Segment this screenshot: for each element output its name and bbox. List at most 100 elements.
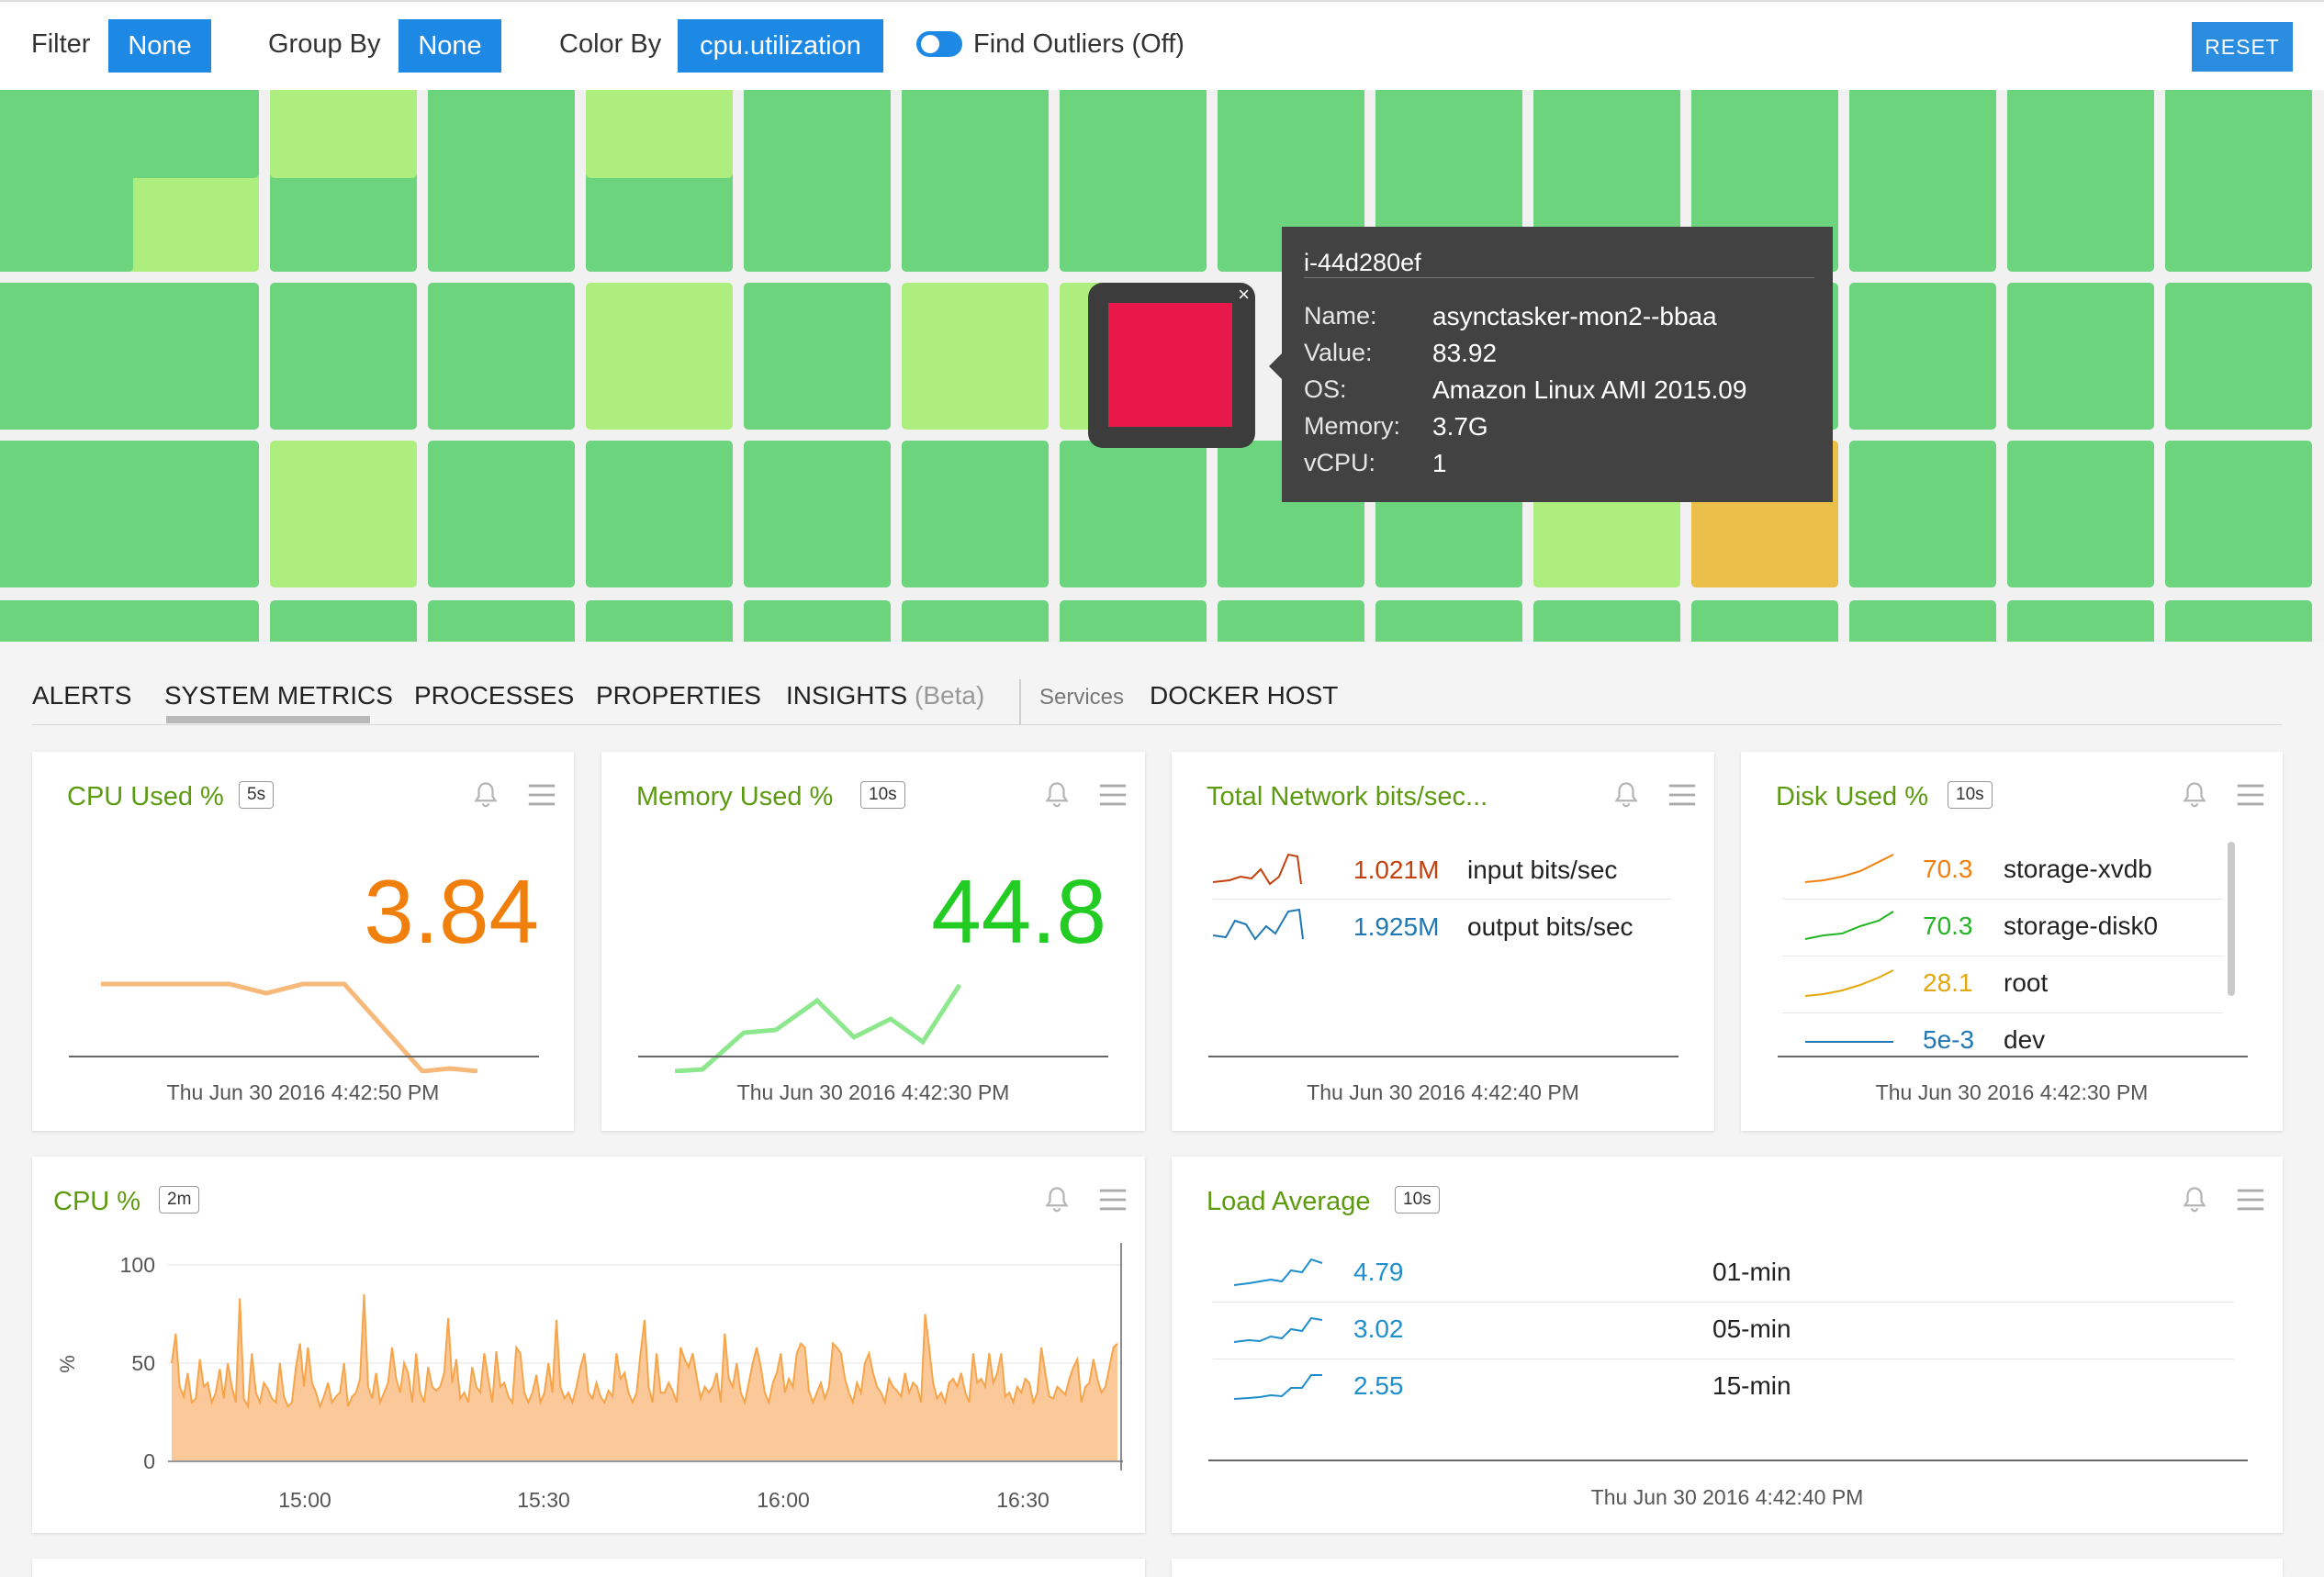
network-series-name: input bits/sec bbox=[1467, 856, 1618, 884]
menu-icon[interactable] bbox=[2235, 781, 2266, 809]
host-tile[interactable] bbox=[2165, 90, 2312, 178]
tooltip-key: Name: bbox=[1304, 302, 1377, 330]
host-tile[interactable] bbox=[112, 441, 259, 587]
host-tile[interactable] bbox=[1533, 600, 1680, 642]
host-tile[interactable] bbox=[2165, 283, 2312, 430]
menu-icon[interactable] bbox=[1097, 781, 1128, 809]
tab-docker-host[interactable]: DOCKER HOST bbox=[1150, 681, 1338, 710]
filter-button[interactable]: None bbox=[108, 19, 211, 73]
host-tile[interactable] bbox=[744, 600, 891, 642]
host-tile[interactable] bbox=[1849, 441, 1996, 587]
panel-timestamp: Thu Jun 30 2016 4:42:40 PM bbox=[1307, 1080, 1579, 1104]
host-tile[interactable] bbox=[0, 441, 32, 587]
host-tile[interactable] bbox=[902, 283, 1049, 430]
host-tile[interactable] bbox=[428, 283, 575, 430]
color-by-button[interactable]: cpu.utilization bbox=[678, 19, 883, 73]
host-tile[interactable] bbox=[1060, 441, 1207, 587]
disk-list-scrollbar[interactable] bbox=[2228, 842, 2235, 996]
host-tile[interactable] bbox=[1375, 90, 1522, 178]
toggle-knob bbox=[921, 35, 939, 53]
host-tile[interactable] bbox=[1218, 90, 1364, 178]
host-tile[interactable] bbox=[1060, 90, 1207, 178]
host-tile[interactable] bbox=[1060, 600, 1207, 642]
host-tile[interactable] bbox=[902, 441, 1049, 587]
panel-timestamp: Thu Jun 30 2016 4:42:50 PM bbox=[166, 1080, 440, 1104]
host-tile[interactable] bbox=[2007, 600, 2154, 642]
tabs-underline bbox=[32, 724, 2282, 725]
panel-title: Load Average bbox=[1207, 1187, 1371, 1216]
load-average-panel: Load Average 10s 4.79 01-min 3.02 05-min… bbox=[1172, 1157, 2283, 1533]
group-by-button[interactable]: None bbox=[399, 19, 501, 73]
tab-system-metrics[interactable]: SYSTEM METRICS bbox=[164, 681, 393, 710]
host-tile[interactable] bbox=[1691, 90, 1838, 178]
chart-baseline bbox=[69, 1056, 539, 1057]
host-tile[interactable] bbox=[0, 90, 32, 178]
bell-icon[interactable] bbox=[469, 779, 502, 812]
host-tile[interactable] bbox=[2165, 600, 2312, 642]
host-tile[interactable] bbox=[270, 90, 417, 178]
host-tile[interactable] bbox=[0, 600, 32, 642]
host-tile[interactable] bbox=[744, 441, 891, 587]
host-tile[interactable] bbox=[744, 90, 891, 178]
bell-icon[interactable] bbox=[2178, 779, 2211, 812]
load-period: 01-min bbox=[1712, 1258, 1791, 1286]
host-tile[interactable] bbox=[428, 441, 575, 587]
tab-alerts[interactable]: ALERTS bbox=[32, 681, 131, 710]
menu-icon[interactable] bbox=[526, 781, 557, 809]
reset-button[interactable]: RESET bbox=[2192, 22, 2293, 72]
tab-processes[interactable]: PROCESSES bbox=[414, 681, 574, 710]
host-tile[interactable] bbox=[2007, 441, 2154, 587]
metric-value: 44.8 bbox=[931, 861, 1106, 962]
host-tile[interactable] bbox=[1218, 600, 1364, 642]
host-tile[interactable] bbox=[1849, 600, 1996, 642]
selected-host-tile[interactable]: × bbox=[1088, 283, 1255, 448]
host-tile[interactable] bbox=[902, 90, 1049, 178]
host-tile[interactable] bbox=[1691, 600, 1838, 642]
find-outliers-toggle[interactable] bbox=[916, 31, 962, 57]
disk-sparkline bbox=[1805, 911, 1894, 940]
host-tile[interactable] bbox=[270, 600, 417, 642]
row-divider bbox=[1782, 1012, 2223, 1013]
tab-properties[interactable]: PROPERTIES bbox=[596, 681, 761, 710]
host-tile[interactable] bbox=[744, 283, 891, 430]
bell-icon[interactable] bbox=[2178, 1184, 2211, 1217]
host-tile[interactable] bbox=[428, 600, 575, 642]
tab-insights[interactable]: INSIGHTS (Beta) bbox=[786, 681, 984, 710]
row-divider bbox=[1213, 899, 1672, 900]
bell-icon[interactable] bbox=[1040, 779, 1073, 812]
disk-name: storage-disk0 bbox=[2004, 912, 2159, 940]
host-tile[interactable] bbox=[1533, 90, 1680, 178]
menu-icon[interactable] bbox=[1667, 781, 1698, 809]
find-outliers-label: Find Outliers (Off) bbox=[973, 29, 1184, 59]
bell-icon[interactable] bbox=[1610, 779, 1643, 812]
host-tile[interactable] bbox=[586, 90, 733, 178]
host-tile[interactable] bbox=[112, 90, 259, 178]
host-tile[interactable] bbox=[428, 90, 575, 178]
x-tick-label: 16:00 bbox=[757, 1488, 810, 1512]
load-sparkline bbox=[1234, 1258, 1323, 1286]
host-tile[interactable] bbox=[2007, 283, 2154, 430]
host-tile[interactable] bbox=[270, 283, 417, 430]
host-tile[interactable] bbox=[1849, 283, 1996, 430]
host-tile[interactable] bbox=[112, 600, 259, 642]
host-tile[interactable] bbox=[586, 600, 733, 642]
disk-list[interactable]: 70.3 storage-xvdb 70.3 storage-disk0 28.… bbox=[1741, 834, 2283, 1055]
host-tile[interactable] bbox=[112, 283, 259, 430]
host-tile[interactable] bbox=[0, 283, 32, 430]
host-tile[interactable] bbox=[2165, 441, 2312, 587]
interval-badge: 10s bbox=[1395, 1186, 1440, 1214]
host-tile[interactable] bbox=[586, 441, 733, 587]
cpu-used-panel: CPU Used % 5s 3.84 Thu Jun 30 2016 4:42:… bbox=[32, 752, 574, 1131]
color-by-label: Color By bbox=[559, 29, 662, 59]
host-tile[interactable] bbox=[1849, 90, 1996, 178]
tooltip-value: 3.7G bbox=[1432, 412, 1488, 441]
menu-icon[interactable] bbox=[2235, 1186, 2266, 1214]
host-tile[interactable] bbox=[586, 283, 733, 430]
host-tile[interactable] bbox=[2007, 90, 2154, 178]
tab-insights-label: INSIGHTS bbox=[786, 681, 908, 710]
close-icon[interactable]: × bbox=[1238, 283, 1250, 307]
host-tile[interactable] bbox=[270, 441, 417, 587]
active-tab-indicator bbox=[166, 716, 370, 723]
host-tile[interactable] bbox=[902, 600, 1049, 642]
host-tile[interactable] bbox=[1375, 600, 1522, 642]
